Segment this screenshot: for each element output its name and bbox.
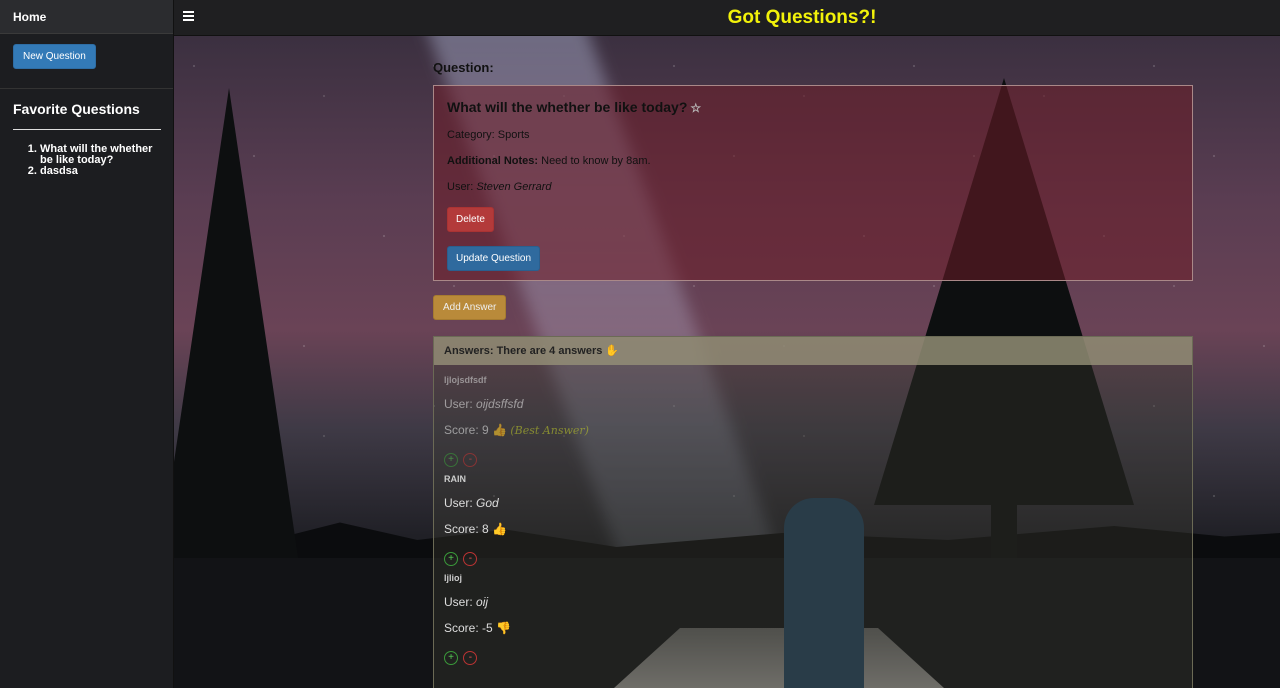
top-bar: Got Questions?! [174,0,1280,36]
thumbs-up-icon: 👍 [492,423,508,437]
downvote-button[interactable]: - [463,552,478,566]
answer-user-label: User: [444,595,473,609]
answer-user-label: User: [444,496,473,510]
answer-score-value: -5 [482,621,493,635]
answer-item: ljlojsdfsdf User: oijdsffsfd Score: 9 👍 … [434,375,1192,467]
answer-score-value: 8 [482,522,489,536]
upvote-button[interactable]: + [444,453,458,467]
vote-row: + - [444,548,1182,566]
answer-user-value: oij [476,595,489,609]
add-answer-button[interactable]: Add Answer [433,295,507,320]
answer-score: Score: 9 👍 (Best Answer) [444,423,1182,437]
answers-header-text: Answers: There are 4 answers [444,345,603,357]
notes-label: Additional Notes: [447,155,539,167]
downvote-button[interactable]: - [463,453,478,467]
category-value: Sports [497,129,530,141]
answer-title: ljlojsdfsdf [444,375,487,385]
delete-button[interactable]: Delete [447,207,494,232]
answer-user: User: God [444,496,1182,510]
app-title: Got Questions?! [727,7,877,28]
upvote-button[interactable]: + [444,651,458,665]
answers-header: Answers: There are 4 answers ✋ [434,337,1192,365]
background-scene: Question: What will the whether be like … [174,36,1280,688]
vote-row: + - [444,647,1182,665]
answer-score: Score: 8 👍 [444,522,1182,536]
notes-value: Need to know by 8am. [541,155,651,167]
answer-item: RAIN User: God Score: 8 👍 + - [434,474,1192,566]
hand-icon: ✋ [605,345,620,357]
favorites-title: Favorite Questions [13,101,161,130]
favorites-list: What will the whether be like today? das… [40,144,156,177]
user-value: Steven Gerrard [476,181,552,193]
sidebar-home-link[interactable]: Home [0,0,173,34]
answer-user: User: oij [444,595,1182,609]
vote-row: + - [444,449,1182,467]
answer-user-value: God [476,496,499,510]
answer-score-value: 9 [482,423,489,437]
answer-user-value: oijdsffsfd [476,397,524,411]
category-label: Category: [447,129,495,141]
star-outline-icon[interactable]: ☆ [690,101,701,115]
question-title-text: What will the whether be like today? [447,99,688,115]
answer-title: ljlioj [444,573,462,583]
answers-panel: Answers: There are 4 answers ✋ ljlojsdfs… [433,336,1193,688]
thumbs-up-icon: 👍 [492,522,508,536]
question-notes: Additional Notes: Need to know by 8am. [447,155,1179,167]
favorite-item[interactable]: What will the whether be like today? [40,144,156,166]
question-title: What will the whether be like today? ☆ [447,99,1179,115]
best-answer-badge: (Best Answer) [510,424,589,437]
answer-score-label: Score: [444,423,479,437]
new-question-button[interactable]: New Question [13,44,96,69]
upvote-button[interactable]: + [444,552,458,566]
question-category: Category: Sports [447,129,1179,141]
question-user: User: Steven Gerrard [447,181,1179,193]
main-content: Question: What will the whether be like … [433,60,1193,688]
downvote-button[interactable]: - [463,651,478,665]
user-label: User: [447,181,474,193]
update-question-button[interactable]: Update Question [447,246,541,271]
answer-score-label: Score: [444,522,479,536]
sidebar-new-question-section: New Question [0,34,173,89]
answer-item: ljlioj User: oij Score: -5 👎 + - [434,573,1192,665]
question-heading: Question: [433,60,494,75]
favorite-item[interactable]: dasdsa [40,166,156,177]
thumbs-down-icon: 👎 [496,621,511,635]
sidebar: Home New Question Favorite Questions Wha… [0,0,174,688]
answer-score-label: Score: [444,621,479,635]
answer-title: RAIN [444,474,466,484]
question-card: What will the whether be like today? ☆ Ca… [433,85,1193,281]
answer-user-label: User: [444,397,473,411]
answer-score: Score: -5 👎 [444,621,1182,635]
answer-user: User: oijdsffsfd [444,397,1182,411]
